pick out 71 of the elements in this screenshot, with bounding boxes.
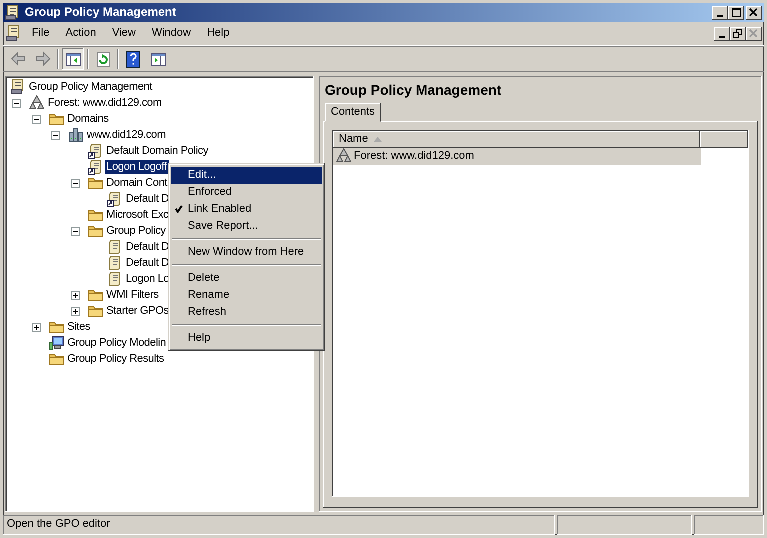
collapse-icon[interactable] — [12, 98, 21, 108]
status-panel — [694, 515, 764, 535]
tree-item[interactable]: Default Domain Policy — [104, 144, 210, 158]
minimize-icon — [717, 14, 723, 16]
minimize-button[interactable] — [712, 6, 728, 20]
close-button[interactable] — [746, 6, 762, 20]
close-button[interactable] — [746, 26, 762, 40]
console-tree-button[interactable] — [62, 48, 84, 70]
restore-button[interactable] — [730, 26, 746, 40]
menu-item[interactable]: Help — [200, 24, 237, 42]
menu-item[interactable]: Help — [171, 330, 322, 347]
menu-item[interactable]: Edit... — [171, 167, 322, 184]
tree-item[interactable]: Starter GPOs — [104, 304, 171, 318]
tree-item[interactable]: Forest: www.did129.com — [46, 96, 164, 110]
tree-item[interactable]: Group Policy Modelin — [66, 336, 168, 350]
tab[interactable]: Contents — [325, 102, 382, 122]
scroll-icon — [88, 159, 104, 175]
server-icon — [68, 127, 84, 143]
menu-item[interactable]: Rename — [171, 287, 322, 304]
triangles-icon — [29, 95, 45, 111]
tree-item[interactable]: Microsoft Exc — [104, 208, 171, 222]
expand-icon[interactable] — [32, 322, 40, 332]
tree-item[interactable]: WMI Filters — [104, 288, 161, 302]
menu-item[interactable]: Refresh — [171, 304, 322, 321]
menu-item[interactable]: Delete — [171, 270, 322, 287]
maximize-button[interactable] — [728, 6, 744, 20]
window-title: Group Policy Management — [25, 5, 178, 20]
menu-item[interactable]: New Window from Here — [171, 244, 322, 261]
column-header[interactable] — [700, 130, 748, 148]
menu-item[interactable]: Enforced — [171, 184, 322, 201]
console-icon — [5, 4, 21, 20]
collapse-icon[interactable] — [70, 178, 80, 188]
menu-item[interactable]: File — [25, 24, 57, 42]
menu-item[interactable]: View — [105, 24, 143, 42]
close-icon — [749, 8, 759, 17]
tree-item[interactable]: Domains — [66, 112, 111, 126]
tree-item[interactable]: Group Policy Results — [66, 352, 166, 366]
scroll-icon — [88, 143, 104, 159]
expand-icon[interactable] — [70, 290, 80, 300]
console-icon — [10, 79, 26, 95]
expand-icon[interactable] — [70, 306, 80, 316]
minimize-button[interactable] — [714, 26, 730, 40]
scroll-icon — [107, 255, 123, 271]
scroll-icon — [107, 191, 123, 207]
menu-item[interactable]: Link Enabled — [171, 201, 322, 218]
minimize-icon — [719, 36, 725, 38]
maximize-icon — [731, 8, 741, 17]
collapse-icon[interactable] — [70, 226, 80, 236]
tree-item[interactable]: Logon Logoff — [104, 160, 169, 174]
close-icon — [749, 29, 759, 38]
tree-item[interactable]: Group Policy — [104, 224, 168, 238]
computer-icon — [48, 335, 64, 351]
tree-item[interactable]: Sites — [66, 320, 92, 334]
tree-item[interactable]: Domain Cont — [104, 176, 170, 190]
tree-item[interactable]: Group Policy Management — [27, 80, 154, 94]
triangles-icon — [336, 148, 352, 164]
status-text: Open the GPO editor — [3, 515, 555, 535]
pane-title: Group Policy Management — [325, 82, 503, 99]
column-header[interactable]: Name — [333, 130, 700, 148]
menu-item[interactable]: Save Report... — [171, 218, 322, 235]
menu-item[interactable]: Action — [58, 24, 104, 42]
scroll-icon — [107, 239, 123, 255]
collapse-icon[interactable] — [32, 114, 40, 124]
check-icon — [175, 205, 183, 213]
list-row[interactable]: Forest: www.did129.com — [333, 148, 701, 165]
tree-item[interactable]: www.did129.com — [85, 128, 168, 142]
restore-icon — [733, 29, 743, 38]
menu-item[interactable]: Window — [144, 24, 198, 42]
scroll-icon — [107, 271, 123, 287]
collapse-icon[interactable] — [51, 130, 60, 140]
row-label: Forest: www.did129.com — [354, 150, 474, 164]
